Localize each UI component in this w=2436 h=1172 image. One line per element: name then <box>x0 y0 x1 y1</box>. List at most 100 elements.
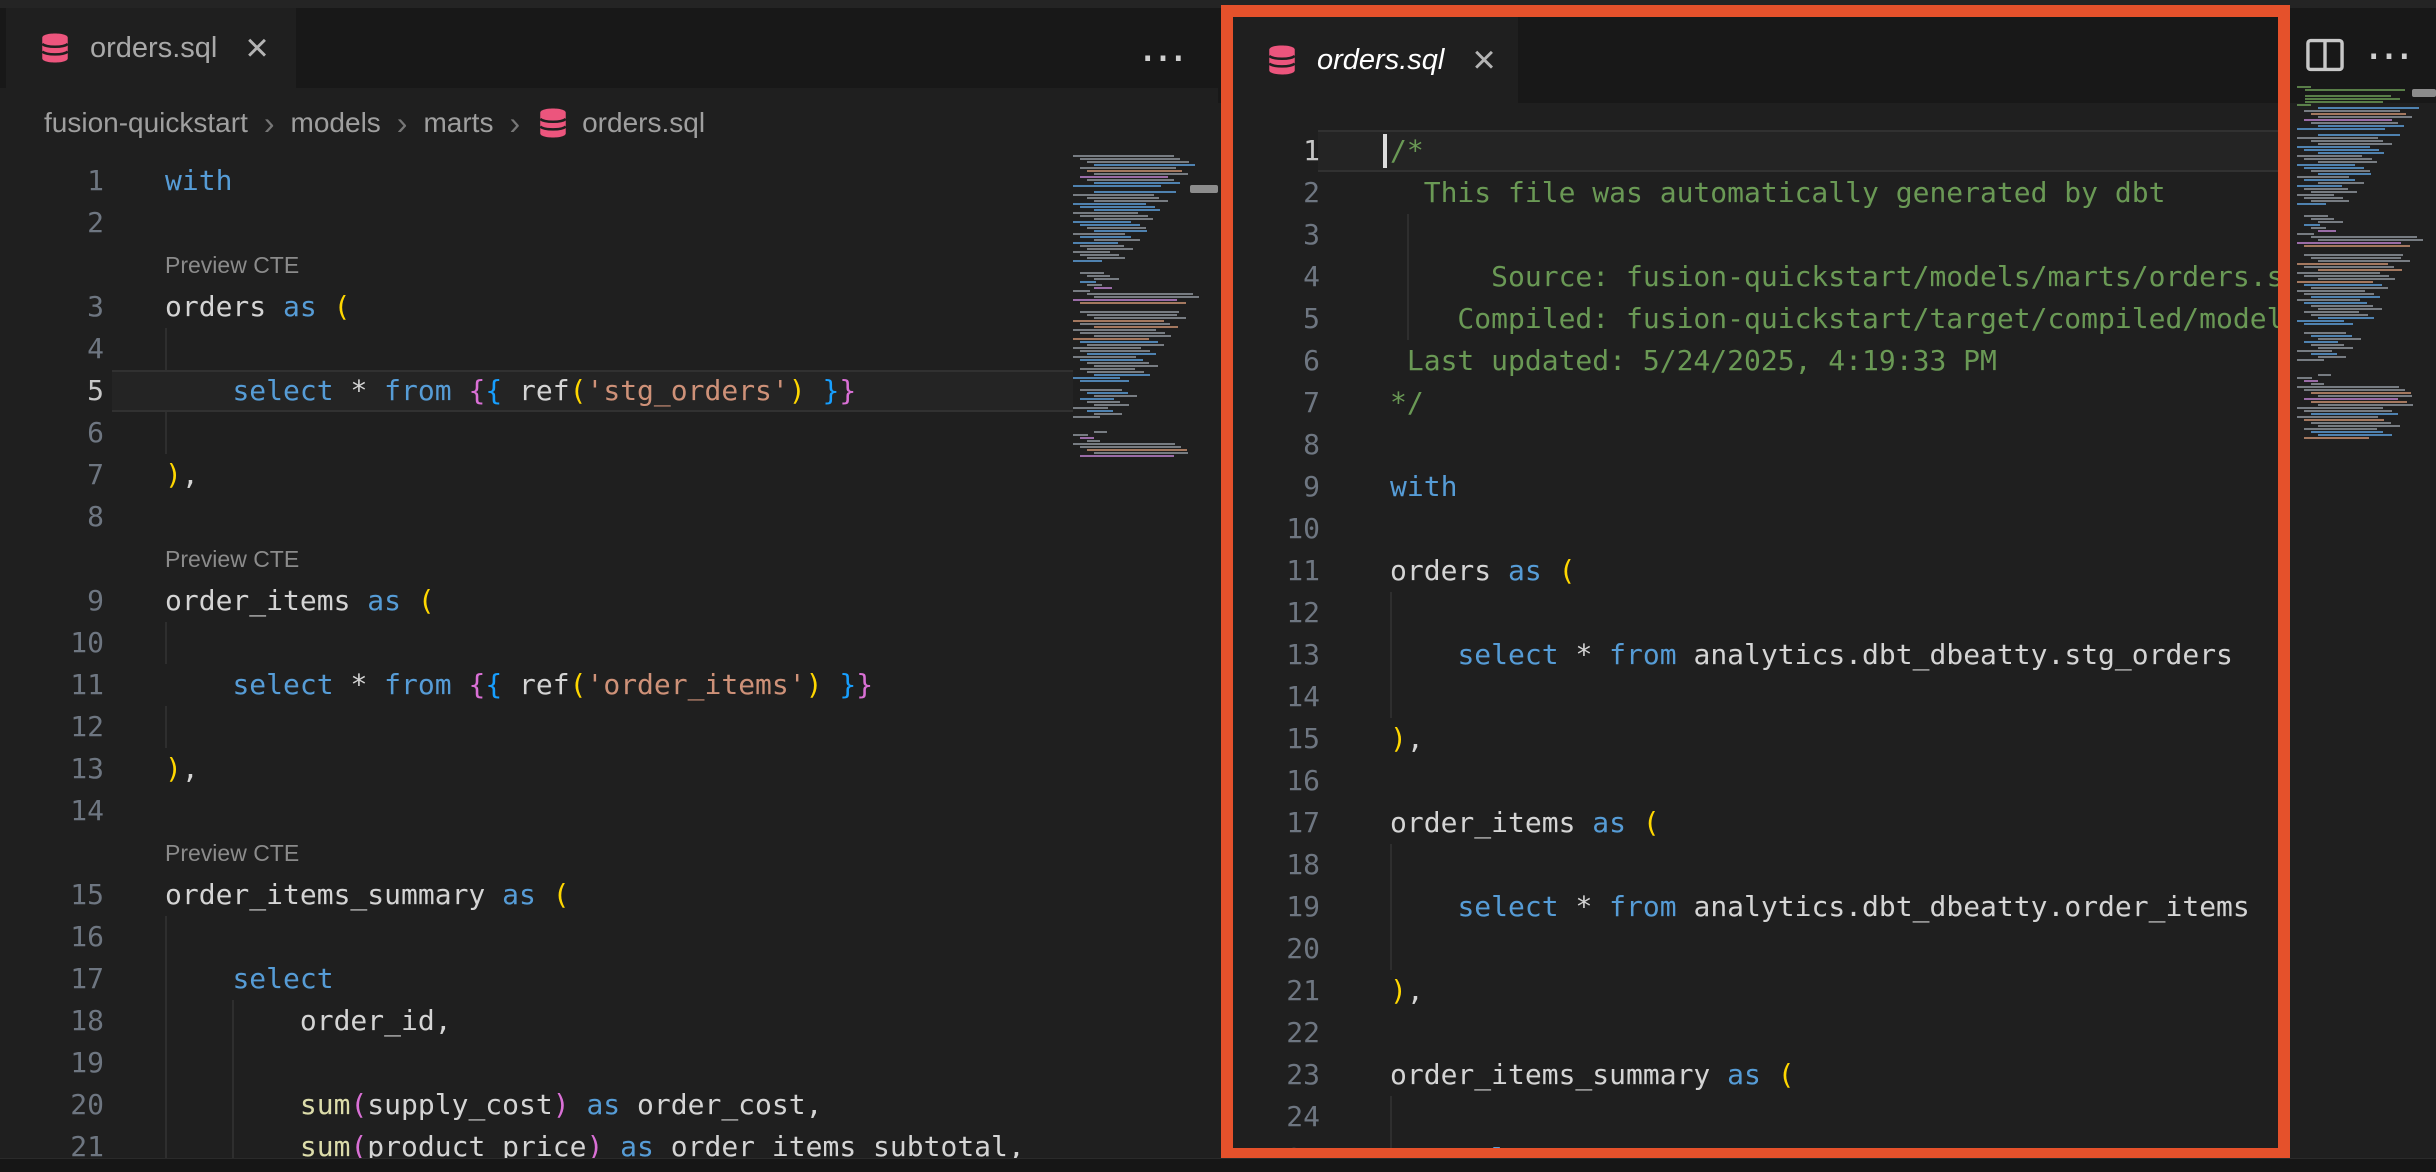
breadcrumb-item[interactable]: fusion-quickstart <box>44 107 248 139</box>
code-line[interactable]: 14 <box>1218 676 2288 718</box>
code-line[interactable]: 19 <box>0 1042 1073 1084</box>
code-line[interactable]: 13 select * from analytics.dbt_dbeatty.s… <box>1218 634 2288 676</box>
code-line[interactable]: 5 select * from {{ ref('stg_orders') }} <box>0 370 1073 412</box>
code-line[interactable]: 12 <box>1218 592 2288 634</box>
code-line[interactable]: 17 select <box>0 958 1073 1000</box>
line-number: 7 <box>0 454 104 496</box>
minimap-line <box>1094 230 1147 232</box>
minimap-line <box>2297 350 2332 352</box>
code-line[interactable]: 14 <box>0 790 1073 832</box>
more-actions-icon[interactable]: ⋯ <box>2366 32 2416 78</box>
code-line[interactable]: 5 Compiled: fusion-quickstart/target/com… <box>1218 298 2288 340</box>
minimap-line <box>2318 143 2392 145</box>
code-line[interactable]: 2 <box>0 202 1073 244</box>
minimap-left[interactable] <box>1073 143 1190 458</box>
minimap-line <box>2304 167 2364 169</box>
minimap-line <box>1080 236 1131 238</box>
split-editor-icon[interactable] <box>2304 34 2346 76</box>
minimap-line <box>2297 320 2344 322</box>
minimap-line <box>1087 401 1120 403</box>
code-lens[interactable]: Preview CTE <box>0 538 1073 580</box>
minimap-line <box>2318 308 2382 310</box>
scrollbar-thumb-left[interactable] <box>1190 185 1218 193</box>
code-line[interactable]: 1with <box>0 160 1073 202</box>
breadcrumb-file[interactable]: orders.sql <box>536 106 705 140</box>
code-line[interactable]: 8 <box>0 496 1073 538</box>
code-line[interactable]: 15order_items_summary as ( <box>0 874 1073 916</box>
line-number: 6 <box>0 412 104 454</box>
minimap-line <box>2305 89 2405 91</box>
code-line[interactable]: 3orders as ( <box>0 286 1073 328</box>
code-line[interactable]: 15), <box>1218 718 2288 760</box>
line-number: 19 <box>1218 886 1320 928</box>
minimap-line <box>1080 302 1186 304</box>
minimap-line <box>2318 152 2384 154</box>
minimap-line <box>2304 188 2348 190</box>
code-line[interactable]: 9with <box>1218 466 2288 508</box>
tab-orders-sql-right[interactable]: orders.sql × <box>1233 17 1518 103</box>
close-icon[interactable]: × <box>1472 40 1495 80</box>
code-line[interactable]: 6 Last updated: 5/24/2025, 4:19:33 PM <box>1218 340 2288 382</box>
minimap-line <box>1080 176 1168 178</box>
minimap-line <box>1094 182 1180 184</box>
code-line[interactable]: 23order_items_summary as ( <box>1218 1054 2288 1096</box>
minimap-line <box>1094 317 1186 319</box>
code-line[interactable]: 7*/ <box>1218 382 2288 424</box>
code-line[interactable]: 18 <box>1218 844 2288 886</box>
code-line[interactable]: 22 <box>1218 1012 2288 1054</box>
code-line[interactable]: 21), <box>1218 970 2288 1012</box>
code-line[interactable]: 17order_items as ( <box>1218 802 2288 844</box>
code-line[interactable]: 20 <box>1218 928 2288 970</box>
code-lens-label[interactable]: Preview CTE <box>165 832 299 874</box>
tab-label: orders.sql <box>1317 44 1444 77</box>
code-line[interactable]: 16 <box>1218 760 2288 802</box>
minimap-line <box>2297 86 2311 88</box>
minimap-line <box>2318 221 2343 223</box>
scrollbar-thumb-right[interactable] <box>2412 89 2436 97</box>
minimap-line <box>2311 227 2326 229</box>
code-line[interactable]: 10 <box>0 622 1073 664</box>
code-line[interactable]: 13), <box>0 748 1073 790</box>
code-lens[interactable]: Preview CTE <box>0 832 1073 874</box>
code-line[interactable]: 6 <box>0 412 1073 454</box>
line-number: 11 <box>0 664 104 706</box>
minimap-line <box>2305 95 2391 97</box>
code-line[interactable]: 2 This file was automatically generated … <box>1218 172 2288 214</box>
minimap-line <box>2297 203 2326 205</box>
code-text: orders as ( <box>1390 550 1575 592</box>
code-line[interactable]: 4 Source: fusion-quickstart/models/marts… <box>1218 256 2288 298</box>
minimap-line <box>2318 434 2392 436</box>
code-line[interactable]: 7), <box>0 454 1073 496</box>
code-line[interactable]: 19 select * from analytics.dbt_dbeatty.o… <box>1218 886 2288 928</box>
minimap-right[interactable] <box>2297 86 2413 440</box>
code-line[interactable]: 12 <box>0 706 1073 748</box>
tab-orders-sql-left[interactable]: orders.sql × <box>6 8 296 88</box>
breadcrumb-item[interactable]: marts <box>423 107 493 139</box>
code-line[interactable]: 20 sum(supply_cost) as order_cost, <box>0 1084 1073 1126</box>
code-line[interactable]: 1/* <box>1218 130 2288 172</box>
minimap-line <box>1073 203 1146 205</box>
minimap-line <box>2297 176 2349 178</box>
code-lens-label[interactable]: Preview CTE <box>165 538 299 580</box>
code-lens[interactable]: Preview CTE <box>0 244 1073 286</box>
code-lens-label[interactable]: Preview CTE <box>165 244 299 286</box>
more-actions-icon[interactable]: ⋯ <box>1140 34 1190 80</box>
minimap-line <box>1073 299 1177 301</box>
code-line[interactable]: 8 <box>1218 424 2288 466</box>
close-icon[interactable]: × <box>245 28 268 68</box>
code-line[interactable]: 4 <box>0 328 1073 370</box>
indent-guide <box>1390 844 1392 886</box>
code-text: */ <box>1390 382 1424 424</box>
minimap-line <box>1073 260 1102 262</box>
code-line[interactable]: 11 select * from {{ ref('order_items') }… <box>0 664 1073 706</box>
code-line[interactable]: 3 <box>1218 214 2288 256</box>
code-line[interactable]: 10 <box>1218 508 2288 550</box>
code-line[interactable]: 24 <box>1218 1096 2288 1138</box>
minimap-line <box>2304 215 2328 217</box>
code-line[interactable]: 16 <box>0 916 1073 958</box>
code-line[interactable]: 18 order_id, <box>0 1000 1073 1042</box>
code-line[interactable]: 11orders as ( <box>1218 550 2288 592</box>
code-line[interactable]: 9order_items as ( <box>0 580 1073 622</box>
breadcrumb-item[interactable]: models <box>291 107 381 139</box>
minimap-line <box>1094 164 1195 166</box>
